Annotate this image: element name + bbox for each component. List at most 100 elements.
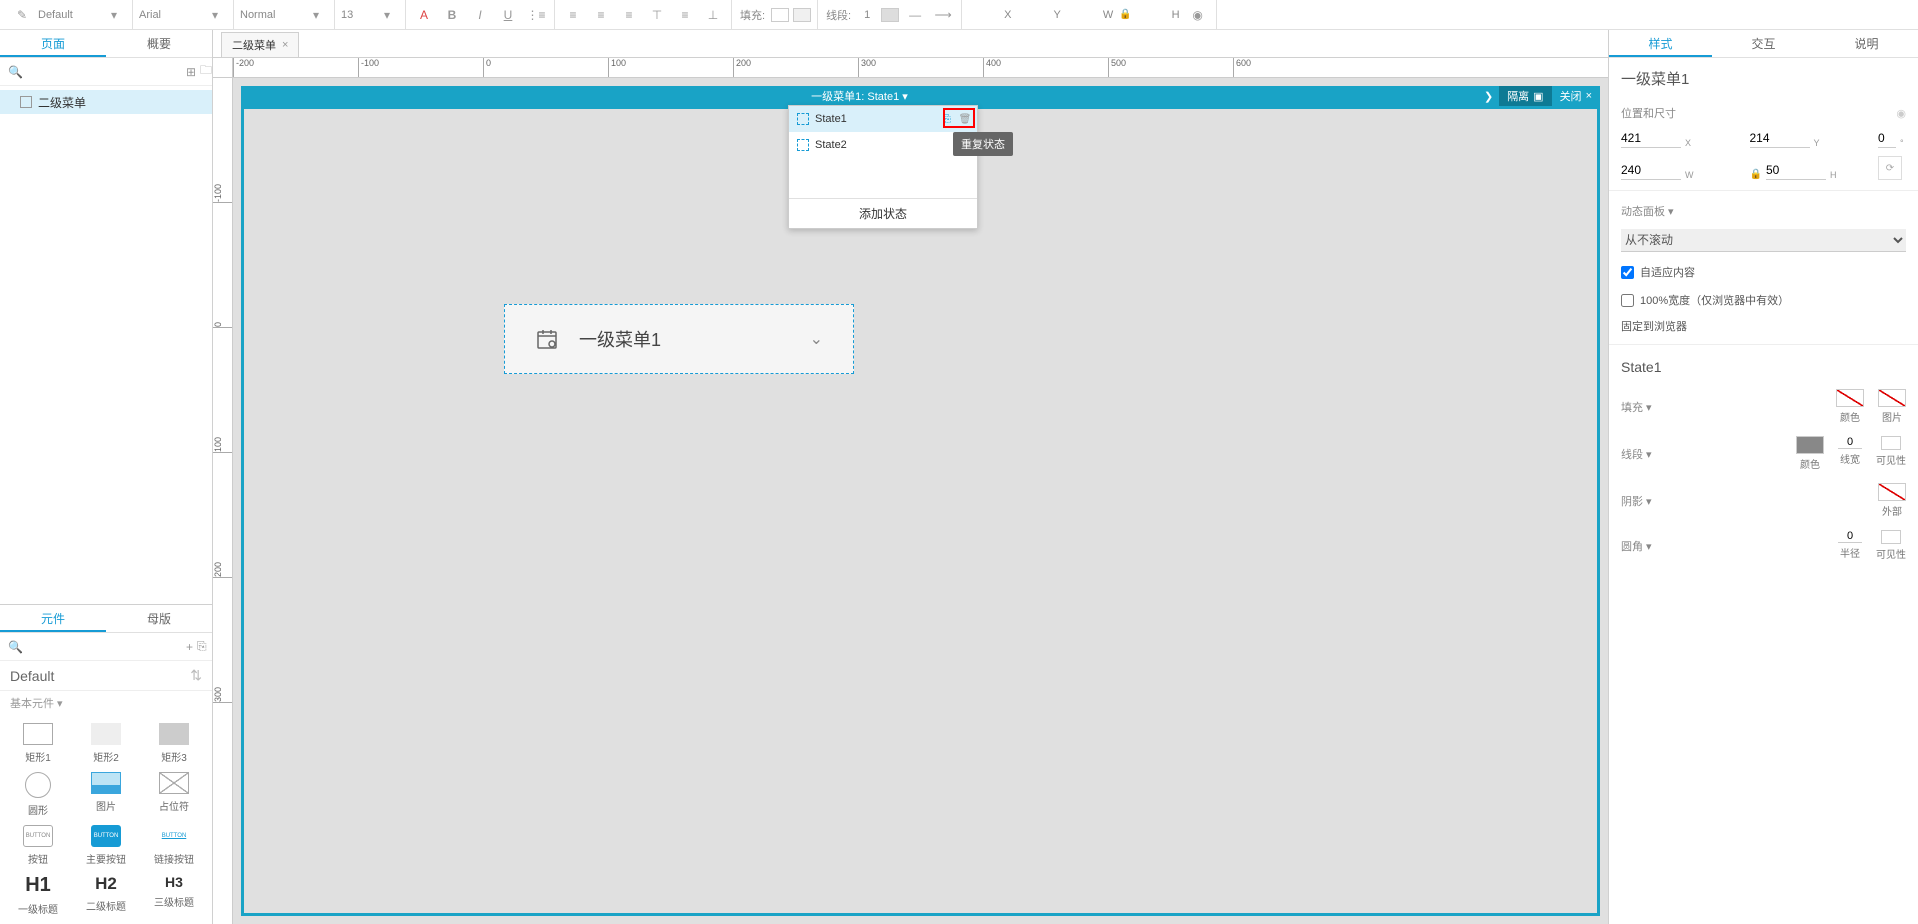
corner-visibility-button[interactable] [1881,530,1901,544]
font-size-input[interactable] [341,9,371,21]
align-right-button[interactable]: ≡ [617,3,641,27]
widget-h3[interactable]: H3三级标题 [144,874,204,916]
library-select[interactable]: Default ⇅ [0,661,212,691]
add-folder-icon[interactable]: 🗀 [200,61,212,82]
fit-content-checkbox[interactable]: 自适应内容 [1621,264,1695,280]
fill-color-swatch[interactable] [771,8,789,22]
widget-search-input[interactable] [27,640,182,654]
more-text-button[interactable]: ⋮≡ [524,3,548,27]
fill-section-label[interactable]: 填充 ▾ [1621,399,1836,415]
close-panel-button[interactable]: 关闭 × [1552,86,1600,106]
canvas[interactable]: -200 -100 0 100 200 300 400 500 600 -100… [213,58,1608,924]
align-center-button[interactable]: ≡ [589,3,613,27]
widget-rect3[interactable]: 矩形3 [144,723,204,764]
rp-tab-interactions[interactable]: 交互 [1712,30,1815,57]
chevron-right-icon[interactable]: ❯ [1478,90,1499,103]
dropdown-icon[interactable]: ▾ [203,3,227,27]
style-select[interactable] [38,9,98,21]
lock-aspect-icon[interactable]: 🔒 [1750,169,1762,180]
line-visibility-button[interactable] [1881,436,1901,450]
corner-section-label[interactable]: 圆角 ▾ [1621,538,1838,554]
line-section-label[interactable]: 线段 ▾ [1621,446,1796,462]
valign-bottom-button[interactable]: ⊥ [701,3,725,27]
outer-shadow-swatch[interactable] [1878,483,1906,501]
close-icon[interactable]: × [282,39,288,51]
line-color-swatch[interactable] [881,8,899,22]
tab-outline[interactable]: 概要 [106,30,212,57]
fill-color-swatch[interactable] [1836,389,1864,407]
x-input[interactable] [1621,129,1681,148]
add-library-icon[interactable]: + [186,640,193,654]
fill-image-swatch[interactable] [793,8,811,22]
text-color-button[interactable]: A [412,3,436,27]
underline-button[interactable]: U [496,3,520,27]
widget-ellipse[interactable]: 圆形 [8,772,68,817]
font-select[interactable] [139,9,199,21]
widget-primary-button[interactable]: BUTTON主要按钮 [76,825,136,866]
widget-placeholder[interactable]: 占位符 [144,772,204,817]
bold-button[interactable]: B [440,3,464,27]
dropdown-icon[interactable]: ▾ [304,3,328,27]
rotation-input[interactable] [1878,129,1896,148]
isolate-button[interactable]: 隔离 ▣ [1499,86,1551,106]
widget-rect2[interactable]: 矩形2 [76,723,136,764]
canvas-page-tab[interactable]: 二级菜单 × [221,32,299,57]
add-page-icon[interactable]: ⊞ [186,65,196,79]
line-width-input[interactable] [857,9,877,21]
italic-button[interactable]: I [468,3,492,27]
lock-aspect-icon[interactable]: 🔒 [1119,9,1131,20]
page-item[interactable]: 二级菜单 [0,90,212,114]
visibility-toggle-icon[interactable]: ◉ [1186,3,1210,27]
valign-middle-button[interactable]: ≡ [673,3,697,27]
paragraph-select[interactable] [240,9,300,21]
tab-pages[interactable]: 页面 [0,30,106,57]
dropdown-icon[interactable]: ▾ [375,3,399,27]
widget-rect1[interactable]: 矩形1 [8,723,68,764]
w-input[interactable] [1067,9,1097,21]
radius-input[interactable] [1838,530,1862,543]
add-state-button[interactable]: 添加状态 [789,198,977,228]
menu-widget[interactable]: 一级菜单1 ⌄ [504,304,854,374]
fill-image-swatch[interactable] [1878,389,1906,407]
valign-top-button[interactable]: ⊤ [645,3,669,27]
section-basic-label[interactable]: 基本元件 ▾ [0,691,212,715]
library-options-icon[interactable]: ⎘ [197,639,207,654]
style-picker-icon[interactable]: ✎ [10,3,34,27]
y-input[interactable] [1017,9,1047,21]
line-style-button[interactable]: — [903,3,927,27]
flip-button[interactable]: ⟳ [1878,156,1902,180]
align-left-button[interactable]: ≡ [561,3,585,27]
widget-image[interactable]: 图片 [76,772,136,817]
state-item-1[interactable]: State1 ⎘ 🗑 [789,106,977,132]
delete-state-icon[interactable]: 🗑 [957,111,973,127]
widget-name-input[interactable]: 一级菜单1 [1609,58,1918,99]
line-width-input[interactable] [1838,436,1862,449]
full-width-checkbox[interactable]: 100%宽度（仅浏览器中有效） [1621,292,1789,308]
visibility-icon[interactable]: ◉ [1896,107,1906,120]
rp-tab-notes[interactable]: 说明 [1815,30,1918,57]
duplicate-state-icon[interactable]: ⎘ [939,111,955,127]
arrow-style-button[interactable]: ⟶ [931,3,955,27]
search-icon[interactable]: 🔍 [8,640,23,654]
shadow-section-label[interactable]: 阴影 ▾ [1621,493,1878,509]
x-input[interactable] [968,9,998,21]
stage[interactable]: 一级菜单1: State1 ▾ ❯ 隔离 ▣ 关闭 × [233,78,1608,924]
page-search-input[interactable] [27,65,182,79]
h-input[interactable] [1136,9,1166,21]
dropdown-icon[interactable]: ▾ [102,3,126,27]
widget-h2[interactable]: H2二级标题 [76,874,136,916]
line-color-swatch[interactable] [1796,436,1824,454]
y-input[interactable] [1750,129,1810,148]
widget-button[interactable]: BUTTON按钮 [8,825,68,866]
state-item-2[interactable]: State2 [789,132,977,158]
dp-section-label[interactable]: 动态面板 ▾ [1609,197,1918,223]
w-input[interactable] [1621,161,1681,180]
pin-browser-link[interactable]: 固定到浏览器 [1609,314,1918,338]
rp-tab-style[interactable]: 样式 [1609,30,1712,57]
dp-state-dropdown[interactable]: State1 ▾ [867,91,907,103]
tab-masters[interactable]: 母版 [106,605,212,632]
widget-h1[interactable]: H1一级标题 [8,874,68,916]
h-input[interactable] [1766,161,1826,180]
scroll-select[interactable]: 从不滚动 [1621,229,1906,252]
tab-widgets[interactable]: 元件 [0,605,106,632]
